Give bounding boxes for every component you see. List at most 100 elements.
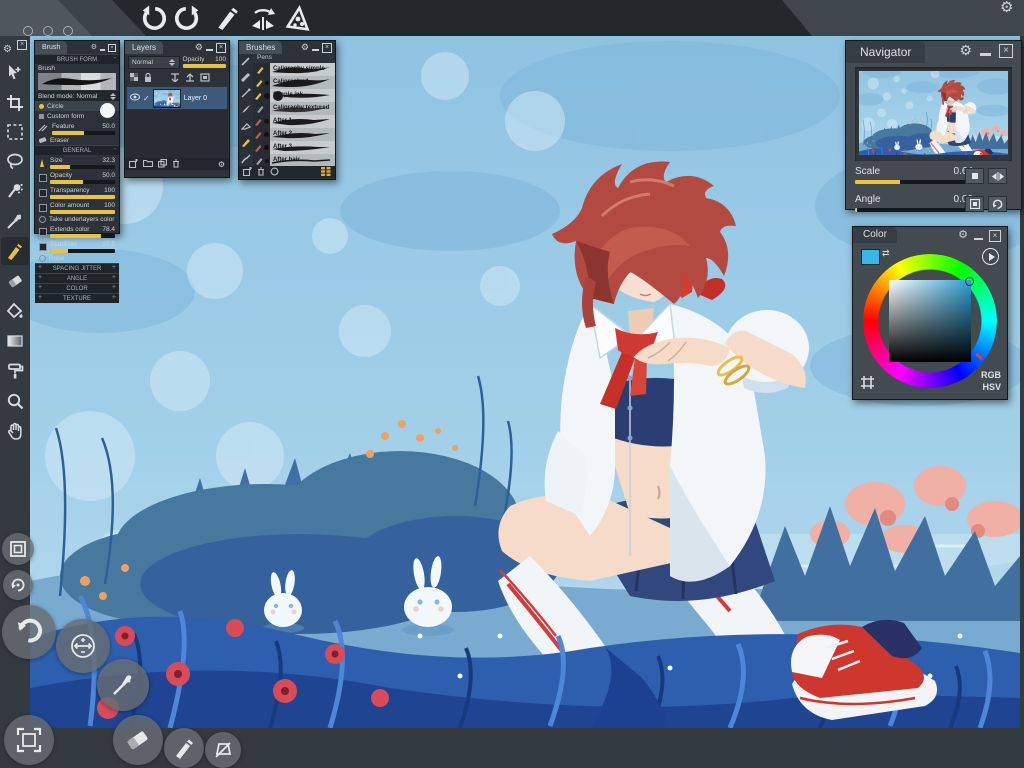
brush-item[interactable]: After 3 bbox=[253, 141, 335, 154]
category-marker-icon[interactable] bbox=[241, 72, 251, 84]
undo-button[interactable] bbox=[2, 605, 56, 659]
brush-item[interactable]: Simple ink bbox=[253, 89, 335, 102]
brush-stroke-preview[interactable] bbox=[38, 73, 116, 90]
blend-mode-select[interactable]: Blend mode: Normal bbox=[35, 91, 119, 101]
fill-button[interactable] bbox=[205, 732, 241, 768]
blend-mode-stepper-icon[interactable] bbox=[109, 92, 116, 101]
sv-selector[interactable] bbox=[965, 277, 974, 286]
navigator-flip-icon[interactable] bbox=[988, 168, 1007, 184]
toolbar-close-icon[interactable]: × bbox=[17, 40, 27, 50]
undo-icon[interactable] bbox=[137, 2, 169, 34]
color-close-icon[interactable]: × bbox=[989, 230, 1001, 242]
feature-slider[interactable]: Feature50.0 bbox=[35, 121, 119, 136]
category-quill-icon[interactable] bbox=[241, 104, 251, 116]
new-brush-icon[interactable] bbox=[243, 167, 252, 178]
new-layer-icon[interactable] bbox=[129, 159, 138, 170]
tool-roller[interactable] bbox=[1, 357, 29, 385]
tool-hand[interactable] bbox=[1, 417, 29, 445]
opacity-checkbox[interactable] bbox=[39, 174, 47, 182]
brush-options-icon[interactable] bbox=[270, 167, 279, 178]
app-settings-gear-icon[interactable]: ⚙ bbox=[1000, 3, 1013, 12]
category-ink-pen-icon[interactable] bbox=[241, 88, 251, 100]
category-knife-icon[interactable] bbox=[241, 120, 251, 132]
brush-item[interactable]: Caligraphy 1 bbox=[253, 76, 335, 89]
color-amount-checkbox[interactable] bbox=[39, 204, 47, 212]
corner-frame-button[interactable] bbox=[2, 533, 34, 565]
tool-smudge[interactable] bbox=[1, 177, 29, 205]
brush-button[interactable] bbox=[164, 728, 204, 768]
duplicate-layer-icon[interactable] bbox=[158, 159, 167, 170]
layer-visibility-eye-icon[interactable] bbox=[130, 93, 140, 103]
navigator-reset-rotation-icon[interactable] bbox=[988, 196, 1007, 212]
tool-brush-active[interactable] bbox=[1, 237, 29, 265]
stabilizer-checkbox[interactable] bbox=[39, 243, 47, 251]
brushes-panel-gear-icon[interactable]: ⚙ bbox=[301, 43, 309, 52]
brush-form-section-header[interactable]: BRUSH FORM- bbox=[35, 54, 119, 64]
tool-zoom[interactable] bbox=[1, 387, 29, 415]
tool-move[interactable] bbox=[1, 59, 29, 87]
eyedropper-button[interactable] bbox=[97, 659, 149, 711]
scatter-brush-icon[interactable] bbox=[282, 2, 316, 34]
rgb-label[interactable]: RGB bbox=[981, 370, 1001, 380]
merge-down-icon[interactable] bbox=[170, 73, 180, 84]
tool-crop[interactable] bbox=[1, 89, 29, 117]
swap-colors-icon[interactable]: ⇄ bbox=[882, 248, 890, 259]
opacity-slider[interactable]: Opacity50.0 bbox=[35, 170, 119, 185]
brush-size-button[interactable] bbox=[56, 619, 110, 673]
fit-screen-button[interactable] bbox=[4, 715, 54, 765]
brush-panel-gear-icon[interactable]: ⚙ bbox=[91, 43, 97, 52]
play-icon[interactable] bbox=[982, 248, 999, 265]
current-color-swatch[interactable] bbox=[861, 249, 880, 265]
navigator-angle-control[interactable]: Angle0.00 bbox=[855, 194, 1012, 220]
color-amount-slider[interactable]: Color amount100 bbox=[35, 200, 119, 215]
layer-check-icon[interactable]: ✓ bbox=[143, 94, 150, 103]
rope-radio-icon[interactable] bbox=[39, 255, 46, 262]
layers-panel-gear-icon[interactable]: ⚙ bbox=[195, 43, 203, 52]
color-minimize-icon[interactable] bbox=[974, 238, 983, 240]
tool-gradient[interactable] bbox=[1, 327, 29, 355]
extends-color-slider[interactable]: Extends color78.4 bbox=[35, 224, 119, 239]
eraser-option[interactable]: Eraser bbox=[35, 136, 119, 145]
texture-section-header[interactable]: +TEXTURE+ bbox=[35, 293, 119, 303]
brush-item[interactable]: After 2 bbox=[253, 128, 335, 141]
navigator-scale-control[interactable]: Scale0.64 bbox=[855, 166, 1012, 192]
angle-section-header[interactable]: +ANGLE+ bbox=[35, 273, 119, 283]
tool-lasso[interactable] bbox=[1, 147, 29, 175]
brush-item[interactable]: After 1 bbox=[253, 115, 335, 128]
brush-panel-minimize-icon[interactable] bbox=[100, 49, 105, 51]
brush-tool-icon[interactable] bbox=[212, 2, 244, 34]
eraser-button[interactable] bbox=[113, 715, 163, 765]
brush-item[interactable]: | Caligraphy textured bbox=[253, 102, 335, 115]
take-underlayers-radio-icon[interactable] bbox=[39, 216, 46, 223]
color-frame-icon[interactable] bbox=[861, 376, 874, 391]
layers-panel-minimize-icon[interactable] bbox=[206, 49, 213, 51]
brushes-panel-minimize-icon[interactable] bbox=[312, 49, 319, 51]
layer-row[interactable]: ✓ Layer 0 bbox=[127, 87, 227, 109]
navigator-thumbnail[interactable] bbox=[859, 71, 1008, 155]
brush-tip-preview-circle[interactable] bbox=[100, 103, 115, 118]
window-dot-3[interactable] bbox=[63, 26, 73, 36]
brush-item[interactable]: | Caligraphy simple bbox=[253, 63, 335, 76]
transparency-slider[interactable]: Transparency100 bbox=[35, 185, 119, 200]
window-dot-1[interactable] bbox=[23, 26, 33, 36]
navigator-stop-icon[interactable] bbox=[965, 168, 984, 184]
navigator-minimize-icon[interactable] bbox=[980, 53, 991, 56]
window-dot-2[interactable] bbox=[43, 26, 53, 36]
hsv-label[interactable]: HSV bbox=[982, 382, 1001, 392]
layers-options-gear-icon[interactable]: ⚙ bbox=[218, 160, 225, 169]
size-slider[interactable]: Size32.3 bbox=[35, 155, 119, 170]
category-pens-active-icon[interactable] bbox=[240, 136, 252, 150]
color-section-header[interactable]: +COLOR+ bbox=[35, 283, 119, 293]
brushes-panel-close-icon[interactable]: × bbox=[322, 43, 332, 53]
navigator-gear-icon[interactable]: ⚙ bbox=[959, 46, 972, 55]
take-underlayers-option[interactable]: Take underlayers color bbox=[35, 215, 119, 224]
redo-icon[interactable] bbox=[172, 2, 204, 34]
sv-square[interactable] bbox=[889, 280, 971, 362]
lock-layer-icon[interactable] bbox=[144, 73, 152, 84]
flip-horizontal-icon[interactable] bbox=[246, 2, 280, 34]
navigator-close-icon[interactable]: × bbox=[999, 44, 1013, 58]
brush-item[interactable]: After hair bbox=[253, 154, 335, 166]
rope-option[interactable]: Rope bbox=[35, 254, 119, 263]
color-gear-icon[interactable]: ⚙ bbox=[958, 231, 968, 240]
navigator-frame-icon[interactable] bbox=[965, 196, 984, 212]
